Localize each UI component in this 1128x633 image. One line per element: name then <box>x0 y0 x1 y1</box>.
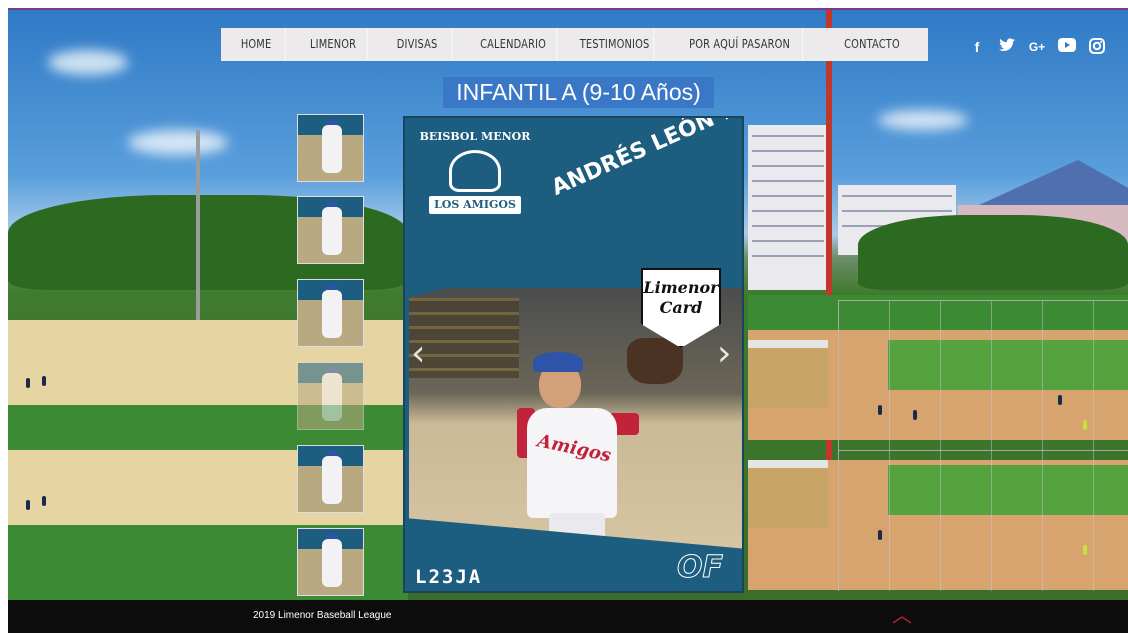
nav-home[interactable]: HOME <box>227 28 286 61</box>
logo-bottom-text: LOS AMIGOS <box>429 196 521 214</box>
player-card: Amigos BEISBOL MENOR LOS AMIGOS ANDRÉS L… <box>403 116 744 593</box>
thumbnail-1[interactable] <box>297 114 364 182</box>
tag-line-2: Card <box>659 298 703 317</box>
facebook-icon[interactable]: f <box>968 38 986 56</box>
nav-por-aqui-pasaron[interactable]: POR AQUÍ PASARON <box>677 28 804 61</box>
player-code: L23JA <box>415 566 483 588</box>
glove-graphic <box>627 338 683 384</box>
top-border <box>0 0 1128 10</box>
instagram-icon[interactable] <box>1088 38 1106 56</box>
tag-line-1: Limenor <box>643 278 719 297</box>
team-logo: BEISBOL MENOR LOS AMIGOS <box>419 130 531 220</box>
next-arrow-icon[interactable]: › <box>717 333 731 374</box>
thumbnail-2[interactable] <box>297 196 364 264</box>
youtube-icon[interactable] <box>1058 38 1076 56</box>
social-links: f G+ <box>968 38 1106 56</box>
nav-calendario[interactable]: CALENDARIO <box>470 28 558 61</box>
nav-divisas[interactable]: DIVISAS <box>383 28 453 61</box>
helmet-icon <box>449 150 501 192</box>
footer-copyright: 2019 Limenor Baseball League <box>253 610 392 621</box>
nav-limenor[interactable]: LIMENOR <box>299 28 368 61</box>
nav-contacto[interactable]: CONTACTO <box>827 28 917 61</box>
footer: 2019 Limenor Baseball League ︿ <box>8 600 1128 633</box>
thumbnail-4-active[interactable] <box>297 362 364 430</box>
main-nav: HOME LIMENOR DIVISAS CALENDARIO TESTIMON… <box>221 28 928 61</box>
nav-testimonios[interactable]: TESTIMONIOS <box>576 28 655 61</box>
prev-arrow-icon[interactable]: ‹ <box>411 333 425 374</box>
player-position: OF <box>677 550 724 586</box>
page: HOME LIMENOR DIVISAS CALENDARIO TESTIMON… <box>0 0 1128 633</box>
twitter-icon[interactable] <box>998 38 1016 56</box>
thumbnail-5[interactable] <box>297 445 364 513</box>
scroll-top-icon[interactable]: ︿ <box>892 606 912 626</box>
division-title: INFANTIL A (9-10 Años) <box>443 77 714 108</box>
thumbnail-3[interactable] <box>297 279 364 347</box>
thumbnail-6[interactable] <box>297 528 364 596</box>
logo-top-text: BEISBOL MENOR <box>419 130 531 143</box>
google-plus-icon[interactable]: G+ <box>1028 38 1046 56</box>
